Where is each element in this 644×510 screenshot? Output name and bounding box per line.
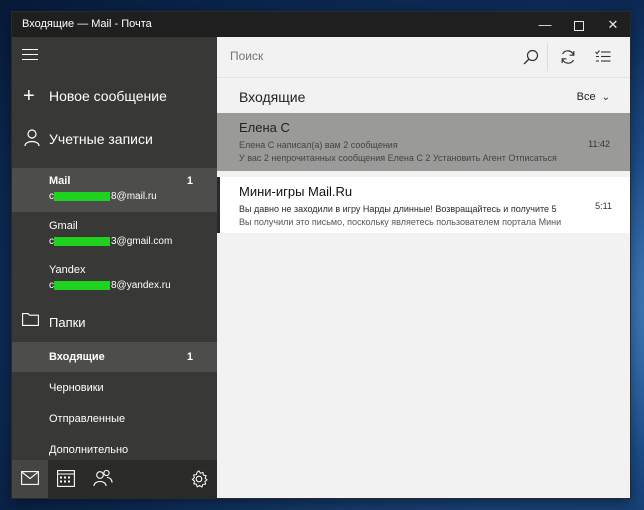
new-message-button[interactable]: + Новое сообщение xyxy=(12,83,217,113)
message-item[interactable]: Мини-игры Mail.Ru Вы давно не заходили в… xyxy=(217,177,630,233)
accounts-label: Учетные записи xyxy=(49,131,153,147)
filter-value: Все xyxy=(576,91,596,103)
folder-label: Черновики xyxy=(49,382,104,394)
message-subject: Елена С написал(а) вам 2 сообщения xyxy=(239,140,398,150)
window-title: Входящие — Mail - Почта xyxy=(22,18,152,30)
list-header: Входящие Все ⌄ xyxy=(217,77,630,115)
message-subject: Вы давно не заходили в игру Нарды длинны… xyxy=(239,204,557,214)
message-sender: Елена С xyxy=(239,120,290,135)
folders-button[interactable]: Папки xyxy=(12,309,217,339)
folder-label: Отправленные xyxy=(49,413,126,425)
unread-count: 1 xyxy=(186,351,193,363)
email-suffix: 8@mail.ru xyxy=(111,191,157,202)
message-list-pane: Входящие Все ⌄ Елена С Елена С написал(а)… xyxy=(217,37,630,498)
new-message-label: Новое сообщение xyxy=(49,88,167,104)
search-icon[interactable] xyxy=(517,43,545,71)
folder-item-inbox[interactable]: Входящие 1 xyxy=(12,342,217,372)
account-name: Yandex xyxy=(49,264,86,276)
folders-label: Папки xyxy=(49,315,86,330)
maximize-icon xyxy=(574,20,584,31)
mail-icon[interactable] xyxy=(12,460,48,498)
account-email: c 8@mail.ru xyxy=(49,191,157,202)
account-item-mail[interactable]: Mail 1 c 8@mail.ru xyxy=(12,168,217,212)
account-item-yandex[interactable]: Yandex c 8@yandex.ru xyxy=(12,257,217,301)
unread-count: 1 xyxy=(186,175,193,187)
folder-label: Входящие xyxy=(49,351,105,363)
redaction-bar xyxy=(54,280,110,290)
email-suffix: 3@gmail.com xyxy=(111,236,173,247)
mail-app-window: Входящие — Mail - Почта — ✕ + Новое сооб… xyxy=(12,12,630,498)
account-item-gmail[interactable]: Gmail c 3@gmail.com xyxy=(12,213,217,257)
search-input[interactable] xyxy=(230,49,480,63)
message-preview: Вы получили это письмо, поскольку являет… xyxy=(239,217,562,227)
calendar-icon[interactable] xyxy=(48,460,84,498)
title-bar: Входящие — Mail - Почта — ✕ xyxy=(12,12,630,37)
folder-icon xyxy=(22,313,39,326)
folder-item-sent[interactable]: Отправленные xyxy=(12,404,217,434)
account-name: Gmail xyxy=(49,220,78,232)
message-sender: Мини-игры Mail.Ru xyxy=(239,184,353,199)
account-email: c 8@yandex.ru xyxy=(49,280,171,291)
message-item[interactable]: Елена С Елена С написал(а) вам 2 сообщен… xyxy=(217,113,630,171)
folder-item-drafts[interactable]: Черновики xyxy=(12,373,217,403)
message-time: 11:42 xyxy=(588,139,610,149)
maximize-button[interactable] xyxy=(562,12,596,37)
sidebar: + Новое сообщение Учетные записи Mail 1 … xyxy=(12,37,217,498)
bottom-nav-bar xyxy=(12,460,217,498)
close-button[interactable]: ✕ xyxy=(596,12,630,37)
folder-label: Дополнительно xyxy=(49,444,129,456)
message-preview: У вас 2 непрочитанных сообщения Елена С … xyxy=(239,153,557,163)
settings-icon[interactable] xyxy=(181,460,217,498)
sync-icon[interactable] xyxy=(554,43,582,71)
search-bar xyxy=(217,37,630,78)
accounts-button[interactable]: Учетные записи xyxy=(12,127,217,157)
filter-dropdown[interactable]: Все ⌄ xyxy=(577,91,610,103)
toolbar-divider xyxy=(547,43,548,71)
people-icon[interactable] xyxy=(84,460,120,498)
email-suffix: 8@yandex.ru xyxy=(111,280,171,291)
close-icon: ✕ xyxy=(607,17,619,32)
folder-title: Входящие xyxy=(239,89,306,105)
hamburger-menu-icon[interactable] xyxy=(22,49,38,61)
redaction-bar xyxy=(54,236,110,246)
account-name: Mail xyxy=(49,175,71,187)
minimize-button[interactable]: — xyxy=(528,12,562,37)
select-mode-icon[interactable] xyxy=(589,43,617,71)
account-email: c 3@gmail.com xyxy=(49,236,172,247)
redaction-bar xyxy=(54,191,110,201)
message-time: 5:11 xyxy=(595,201,612,211)
chevron-down-icon: ⌄ xyxy=(601,92,610,103)
minimize-icon: — xyxy=(538,17,552,32)
plus-icon: + xyxy=(23,85,35,107)
person-icon xyxy=(24,129,40,147)
